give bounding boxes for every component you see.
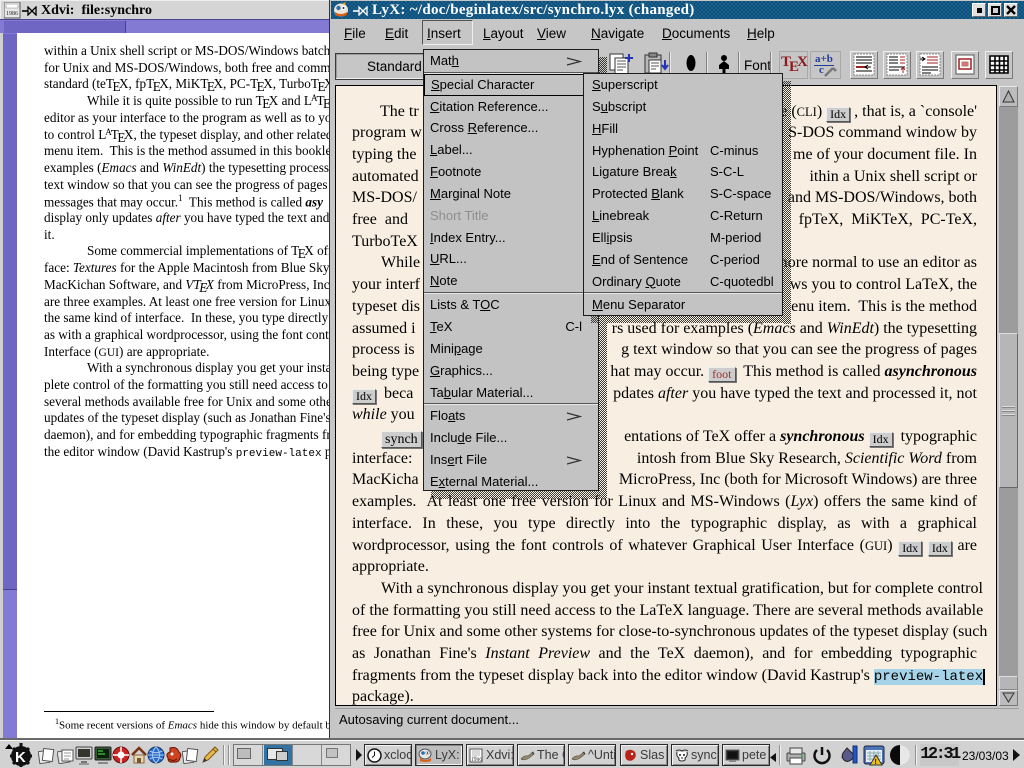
svg-text:K: K xyxy=(15,749,26,766)
svg-text:!: ! xyxy=(875,759,877,766)
svg-text:1986: 1986 xyxy=(6,11,18,17)
svg-text:1986: 1986 xyxy=(471,757,482,763)
